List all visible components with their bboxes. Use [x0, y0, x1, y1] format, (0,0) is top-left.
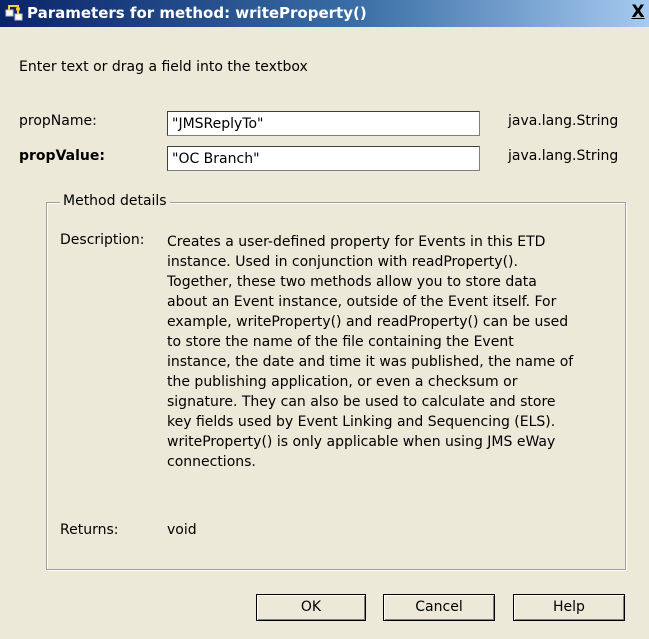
prop-name-type: java.lang.String [508, 113, 619, 129]
cancel-button[interactable]: Cancel [383, 594, 495, 621]
title-bar[interactable]: Parameters for method: writeProperty() X [0, 0, 649, 27]
method-details-legend: Method details [60, 193, 170, 209]
prop-name-input[interactable] [167, 111, 480, 136]
description-line: writeProperty() is only applicable when … [167, 434, 556, 450]
help-button[interactable]: Help [513, 594, 625, 621]
close-button[interactable]: X [628, 1, 648, 24]
description-line: connections. [167, 454, 256, 470]
description-line: instance, the date and time it was publi… [167, 354, 574, 370]
prop-value-label: propValue: [19, 148, 105, 164]
description-line: example, writeProperty() and readPropert… [167, 314, 569, 330]
description-line: to store the name of the file containing… [167, 334, 514, 350]
prop-value-input[interactable] [167, 146, 480, 171]
description-line: about an Event instance, outside of the … [167, 294, 557, 310]
description-label: Description: [60, 232, 145, 248]
window-title: Parameters for method: writeProperty() [27, 4, 367, 22]
description-line: signature. They can also be used to calc… [167, 394, 556, 410]
prop-name-label: propName: [19, 113, 97, 129]
instruction-text: Enter text or drag a field into the text… [19, 59, 308, 75]
description-text: Creates a user-defined property for Even… [167, 232, 617, 472]
returns-label: Returns: [60, 522, 119, 538]
method-icon [5, 4, 23, 22]
parameters-dialog: Parameters for method: writeProperty() X… [0, 0, 649, 639]
description-line: the publishing application, or even a ch… [167, 374, 518, 390]
description-line: Creates a user-defined property for Even… [167, 234, 546, 250]
ok-button[interactable]: OK [256, 594, 366, 621]
description-line: key fields used by Event Linking and Seq… [167, 414, 556, 430]
description-line: Together, these two methods allow you to… [167, 274, 537, 290]
returns-value: void [167, 522, 197, 538]
description-line: instance. Used in conjunction with readP… [167, 254, 518, 270]
prop-value-type: java.lang.String [508, 148, 619, 164]
